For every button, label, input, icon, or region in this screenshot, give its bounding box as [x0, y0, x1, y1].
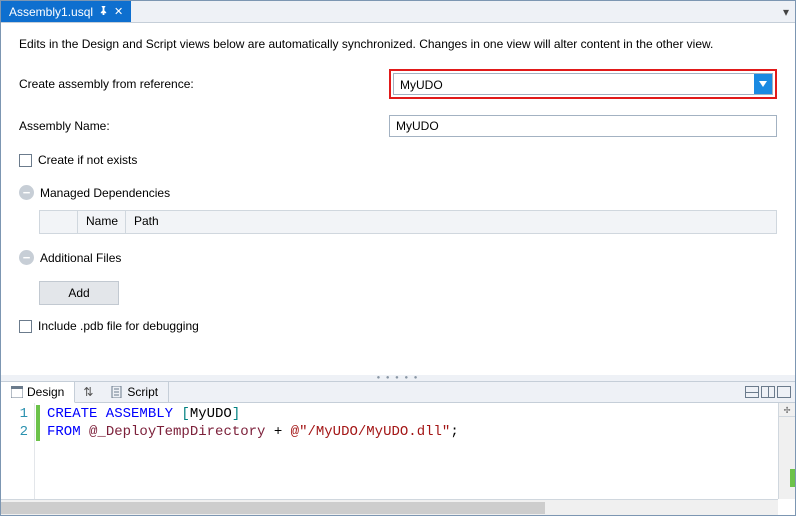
layout-buttons [745, 382, 795, 402]
tab-design[interactable]: Design [1, 382, 75, 403]
assembly-name-label: Assembly Name: [19, 119, 389, 133]
tab-design-label: Design [27, 385, 64, 399]
include-pdb-label: Include .pdb file for debugging [38, 319, 199, 333]
tab-script-label: Script [127, 385, 158, 399]
change-mark [36, 423, 40, 441]
create-if-not-exists-label: Create if not exists [38, 153, 137, 167]
horizontal-scrollbar[interactable] [1, 499, 778, 515]
pin-icon[interactable] [99, 6, 108, 18]
managed-dependencies-label: Managed Dependencies [40, 186, 170, 200]
vertical-scrollbar[interactable]: ✢ [778, 403, 795, 499]
tab-overflow-menu[interactable]: ▾ [777, 1, 795, 22]
collapse-toggle-icon[interactable]: − [19, 185, 34, 200]
overview-change-mark [790, 469, 795, 487]
reference-combobox[interactable]: MyUDO [393, 73, 773, 95]
include-pdb-checkbox[interactable] [19, 320, 32, 333]
managed-dependencies-header: − Managed Dependencies [19, 185, 777, 200]
line-number: 2 [1, 423, 34, 441]
code-line: FROM @_DeployTempDirectory + @"/MyUDO/My… [47, 423, 789, 441]
design-panel: Edits in the Design and Script views bel… [1, 23, 795, 375]
reference-highlight: MyUDO [389, 69, 777, 99]
chevron-down-icon[interactable] [754, 74, 772, 94]
grid-header-name[interactable]: Name [78, 211, 126, 233]
reference-label: Create assembly from reference: [19, 77, 389, 91]
change-mark [36, 405, 40, 423]
view-tab-bar: Design ⇅ Script [1, 381, 795, 403]
grid-header-path[interactable]: Path [126, 211, 776, 233]
script-icon [111, 386, 123, 398]
additional-files-header: − Additional Files [19, 250, 777, 265]
create-if-not-exists-checkbox[interactable] [19, 154, 32, 167]
grid-row-selector[interactable] [40, 211, 78, 233]
close-icon[interactable]: ✕ [114, 5, 123, 18]
splitter-grip-icon: ● ● ● ● ● [377, 375, 420, 381]
layout-vertical-icon[interactable] [761, 386, 775, 398]
reference-value: MyUDO [394, 74, 754, 94]
layout-single-icon[interactable] [777, 386, 791, 398]
dependencies-grid: Name Path [39, 210, 777, 234]
sync-info-text: Edits in the Design and Script views bel… [19, 37, 777, 51]
scroll-track[interactable] [779, 417, 795, 499]
split-editor-icon[interactable]: ✢ [779, 403, 795, 417]
assembly-name-row: Assembly Name: [19, 115, 777, 137]
include-pdb-row: Include .pdb file for debugging [19, 319, 777, 333]
code-line: CREATE ASSEMBLY [MyUDO] [47, 405, 789, 423]
add-button[interactable]: Add [39, 281, 119, 305]
scroll-thumb[interactable] [1, 502, 545, 514]
swap-views-button[interactable]: ⇅ [75, 382, 101, 402]
collapse-toggle-icon[interactable]: − [19, 250, 34, 265]
reference-row: Create assembly from reference: MyUDO [19, 69, 777, 99]
document-tab-title: Assembly1.usql [9, 5, 93, 19]
layout-horizontal-icon[interactable] [745, 386, 759, 398]
document-tab[interactable]: Assembly1.usql ✕ [1, 1, 131, 22]
design-icon [11, 386, 23, 398]
document-tab-bar: Assembly1.usql ✕ ▾ [1, 1, 795, 23]
tab-script[interactable]: Script [101, 382, 169, 402]
create-if-not-exists-row: Create if not exists [19, 153, 777, 167]
assembly-name-input[interactable] [389, 115, 777, 137]
line-number: 1 [1, 405, 34, 423]
script-editor[interactable]: 1 2 CREATE ASSEMBLY [MyUDO] FROM @_Deplo… [1, 403, 795, 515]
additional-files-label: Additional Files [40, 251, 121, 265]
